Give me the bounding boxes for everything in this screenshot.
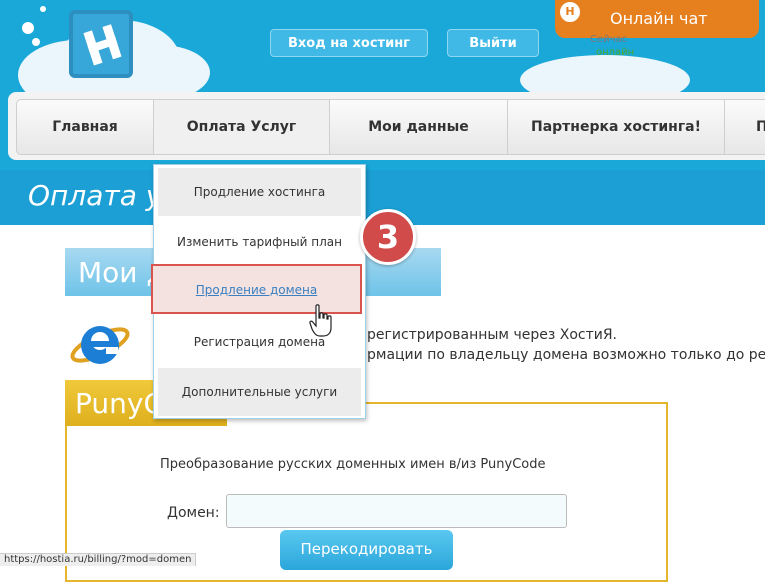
menu-item-additional-services[interactable]: Дополнительные услуги <box>158 368 361 416</box>
main-nav: Главная Оплата Услуг Мои данные Партнерк… <box>8 92 765 160</box>
punycode-description: Преобразование русских доменных имен в/и… <box>160 457 546 472</box>
cloud-dot <box>32 38 40 46</box>
domain-input[interactable] <box>226 494 567 528</box>
domain-label: Домен: <box>167 505 220 521</box>
step-number-badge: 3 <box>360 209 416 265</box>
punycode-title: PunyC <box>75 387 164 420</box>
cloud-dot <box>40 6 46 12</box>
chat-status-text: онлайн <box>596 47 635 58</box>
menu-item-renew-hosting[interactable]: Продление хостинга <box>158 168 361 216</box>
logo-h-icon <box>83 24 122 66</box>
login-hosting-button[interactable]: Вход на хостинг <box>270 29 428 57</box>
hand-cursor-icon <box>309 304 332 337</box>
online-chat-tab[interactable]: Онлайн чат <box>555 0 759 38</box>
nav-bar: Главная Оплата Услуг Мои данные Партнерк… <box>16 99 765 155</box>
domains-info-text: регистрированным через ХостиЯ. <box>367 327 618 343</box>
nav-item-home[interactable]: Главная <box>17 100 154 154</box>
chat-logo-icon: H <box>558 0 582 24</box>
nav-item-more[interactable]: П <box>725 100 765 154</box>
cloud-dot <box>22 22 34 34</box>
nav-item-payment[interactable]: Оплата Услуг <box>154 100 330 154</box>
domains-owner-text: рмации по владельцу домена возможно толь… <box>367 347 765 363</box>
recode-button[interactable]: Перекодировать <box>280 530 453 570</box>
menu-item-change-plan[interactable]: Изменить тарифный план <box>158 218 361 266</box>
chat-operator-text: Сейчас <box>590 34 628 45</box>
online-chat-label: Онлайн чат <box>610 9 708 28</box>
nav-item-my-data[interactable]: Мои данные <box>330 100 508 154</box>
internet-explorer-icon <box>70 326 130 364</box>
status-bar-url: https://hostia.ru/billing/?mod=domen <box>0 553 197 566</box>
nav-item-partner[interactable]: Партнерка хостинга! <box>508 100 725 154</box>
site-logo[interactable] <box>69 10 133 78</box>
logout-button[interactable]: Выйти <box>447 29 539 57</box>
